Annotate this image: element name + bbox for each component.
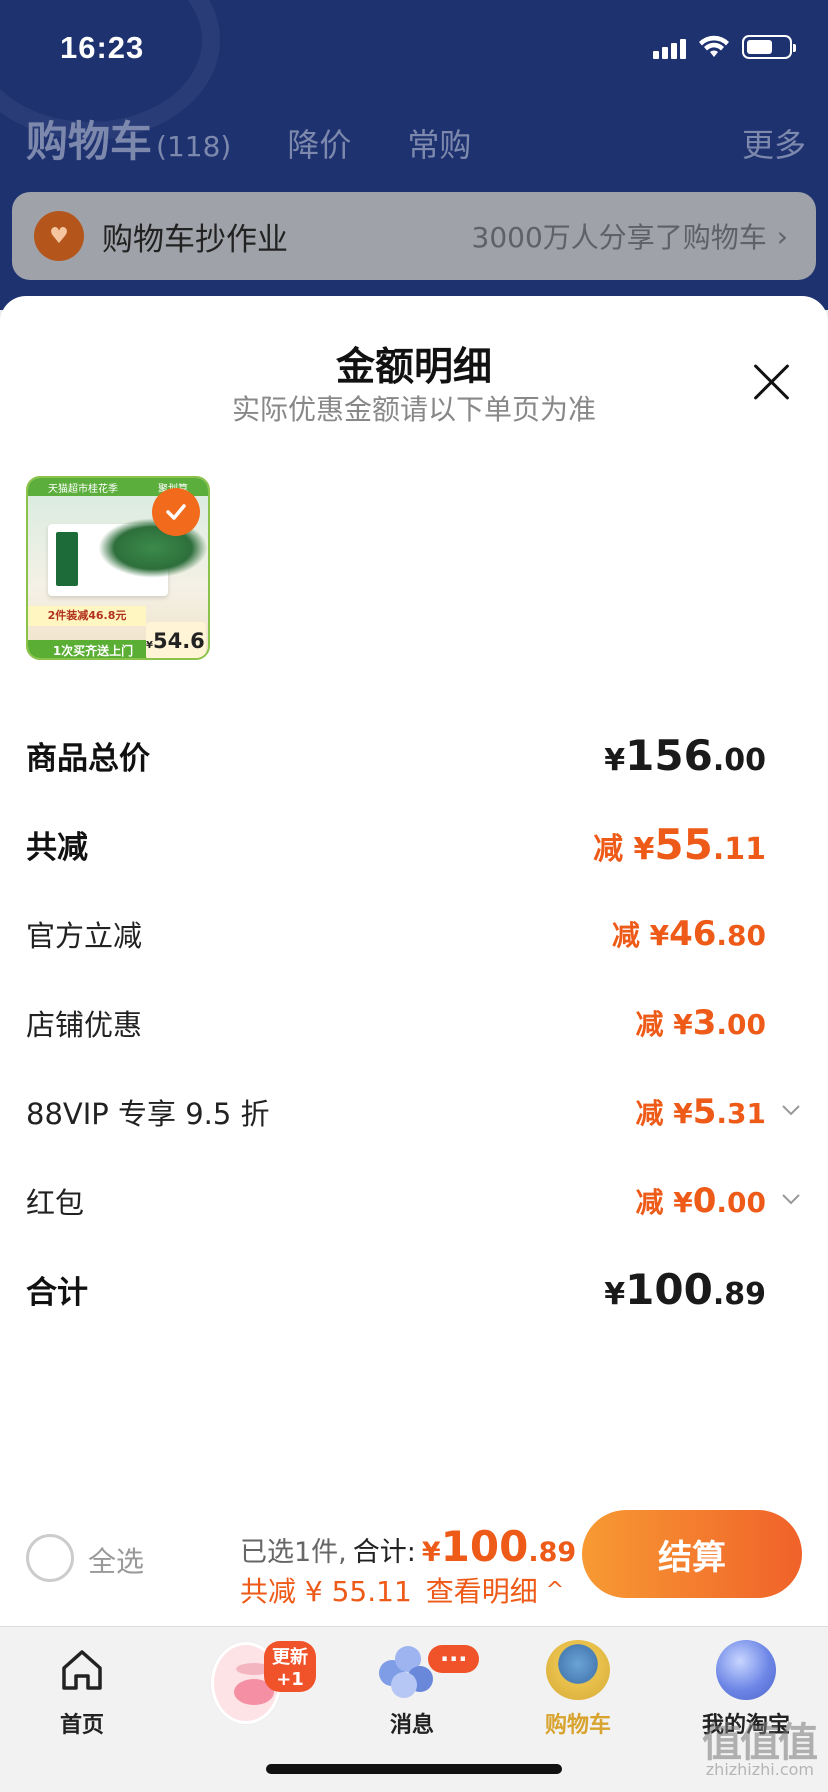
tab-price-drop[interactable]: 降价 bbox=[287, 120, 351, 166]
homework-subtitle: 3000万人分享了购物车 bbox=[471, 221, 767, 254]
battery-icon bbox=[742, 35, 796, 59]
chevron-down-icon[interactable] bbox=[780, 1188, 802, 1210]
total-label: 合计: bbox=[352, 1537, 416, 1568]
row-label: 红包 bbox=[26, 1185, 85, 1220]
row-value: 减 ¥5.31 bbox=[635, 1091, 766, 1132]
home-icon bbox=[47, 1635, 117, 1705]
product-thumbnail[interactable]: 天猫超市桂花季 聚划算 2件装减46.8元 1次买齐送上门 ¥54.6 bbox=[26, 476, 210, 660]
view-detail-link[interactable]: 查看明细 bbox=[426, 1570, 538, 1610]
cellular-signal-icon bbox=[653, 35, 686, 59]
cart-title[interactable]: 购物车 bbox=[26, 108, 152, 169]
update-badge: 更新+1 bbox=[264, 1641, 316, 1692]
row-goods-total: 商品总价 ¥156.00 bbox=[26, 711, 802, 800]
total-dec: .89 bbox=[528, 1537, 577, 1568]
selected-count: 已选1件, bbox=[240, 1537, 347, 1568]
home-indicator[interactable] bbox=[266, 1764, 562, 1774]
more-button[interactable]: 更多 bbox=[742, 120, 806, 166]
checkout-bar: 全选 已选1件, 合计: ¥ 100 .89 共减 ¥ 55.11 查看明细 ^… bbox=[0, 1504, 828, 1624]
cart-icon bbox=[543, 1635, 613, 1705]
product-top-left: 天猫超市桂花季 bbox=[48, 483, 118, 495]
row-value: 减 ¥0.00 bbox=[635, 1180, 766, 1221]
my-taobao-icon bbox=[711, 1635, 781, 1705]
row-value: ¥156.00 bbox=[604, 731, 766, 780]
heart-cart-icon: ♥ bbox=[34, 211, 84, 261]
row-red-packet[interactable]: 红包 减 ¥0.00 bbox=[26, 1156, 802, 1245]
select-all-label[interactable]: 全选 bbox=[88, 1540, 144, 1580]
tab-label: 购物车 bbox=[544, 1713, 611, 1738]
product-price: ¥54.6 bbox=[146, 622, 206, 658]
status-bar: 16:23 bbox=[0, 0, 828, 100]
tab-home[interactable]: 首页 bbox=[12, 1635, 152, 1739]
amount-rows: 商品总价 ¥156.00 共减 减 ¥55.11 官方立减 减 ¥46.80 店… bbox=[26, 711, 802, 1334]
tab-messages[interactable]: ··· 消息 bbox=[342, 1635, 482, 1739]
message-badge: ··· bbox=[428, 1645, 480, 1673]
cart-homework-banner[interactable]: ♥ 购物车抄作业 3000万人分享了购物车 › bbox=[12, 192, 816, 280]
row-value: 减 ¥46.80 bbox=[611, 913, 766, 954]
check-icon[interactable] bbox=[152, 488, 200, 536]
row-label: 商品总价 bbox=[26, 741, 150, 777]
select-all-radio[interactable] bbox=[26, 1534, 74, 1582]
row-shop-discount: 店铺优惠 减 ¥3.00 bbox=[26, 978, 802, 1067]
row-value: ¥100.89 bbox=[604, 1265, 766, 1314]
row-value: 减 ¥3.00 bbox=[635, 1002, 766, 1043]
row-label: 88VIP 专享 9.5 折 bbox=[26, 1096, 270, 1131]
row-value: 减 ¥55.11 bbox=[593, 820, 766, 869]
status-time: 16:23 bbox=[60, 30, 145, 65]
discount-line[interactable]: 共减 ¥ 55.11 查看明细 ^ bbox=[240, 1570, 564, 1610]
tab-cart[interactable]: 购物车 bbox=[508, 1635, 648, 1739]
close-icon[interactable] bbox=[752, 362, 792, 402]
row-label: 官方立减 bbox=[26, 918, 143, 953]
row-label: 合计 bbox=[26, 1275, 88, 1311]
tab-label: 首页 bbox=[59, 1713, 104, 1738]
homework-title: 购物车抄作业 bbox=[102, 221, 288, 258]
amount-detail-sheet: 金额明细 实际优惠金额请以下单页为准 天猫超市桂花季 聚划算 2件装减46.8元… bbox=[0, 296, 828, 1626]
discount-text: 共减 ¥ 55.11 bbox=[240, 1575, 412, 1608]
sheet-subtitle: 实际优惠金额请以下单页为准 bbox=[231, 393, 596, 426]
product-promo: 2件装减46.8元 bbox=[28, 606, 146, 626]
watermark-url: zhizhizhi.com bbox=[705, 1760, 814, 1779]
wifi-icon bbox=[699, 35, 729, 57]
total-int: 100 bbox=[440, 1522, 529, 1571]
cart-count: (118) bbox=[156, 130, 232, 163]
total-line: 已选1件, 合计: ¥ 100 .89 bbox=[240, 1522, 576, 1571]
row-label: 店铺优惠 bbox=[26, 1007, 143, 1042]
status-icons bbox=[653, 35, 796, 59]
row-vip-discount[interactable]: 88VIP 专享 9.5 折 减 ¥5.31 bbox=[26, 1067, 802, 1156]
sheet-title: 金额明细 bbox=[335, 345, 492, 390]
tab-label: 消息 bbox=[389, 1713, 434, 1738]
row-grand-total: 合计 ¥100.89 bbox=[26, 1245, 802, 1334]
chevron-up-icon[interactable]: ^ bbox=[546, 1578, 564, 1603]
chevron-down-icon[interactable] bbox=[780, 1099, 802, 1121]
cart-tabs: 购物车 (118) 降价 常购 更多 bbox=[26, 108, 806, 168]
chevron-right-icon: › bbox=[776, 219, 788, 253]
row-label: 共减 bbox=[26, 830, 88, 866]
checkout-button[interactable]: 结算 bbox=[582, 1510, 802, 1598]
total-currency: ¥ bbox=[421, 1537, 441, 1568]
row-total-discount: 共减 减 ¥55.11 bbox=[26, 800, 802, 889]
product-bottom-banner: 1次买齐送上门 bbox=[28, 640, 158, 658]
row-official-discount: 官方立减 减 ¥46.80 bbox=[26, 889, 802, 978]
tab-frequent[interactable]: 常购 bbox=[407, 120, 471, 166]
tab-pig-avatar[interactable]: 更新+1 bbox=[176, 1635, 316, 1731]
